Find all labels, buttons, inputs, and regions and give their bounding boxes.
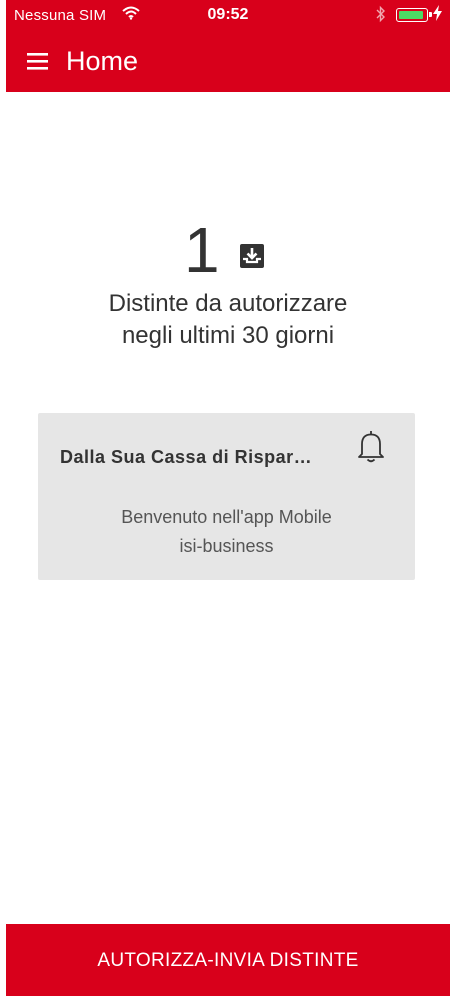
battery-icon (396, 8, 432, 22)
pending-label-line2: negli ultimi 30 giorni (121, 322, 335, 349)
top-bar: Nessuna SIM 09:52 Home (6, 0, 450, 92)
page-title: Home (66, 46, 139, 76)
inbox-download-icon (239, 243, 265, 269)
authorize-send-button[interactable]: AUTORIZZA-INVIA DISTINTE (6, 924, 450, 996)
bluetooth-icon (376, 5, 386, 27)
pending-count: 1 (184, 214, 220, 286)
notification-message: Benvenuto nell'app Mobile isi-business (38, 503, 415, 561)
app-frame: Nessuna SIM 09:52 Home 1 Distinte da aut… (6, 0, 450, 996)
pending-label-line1: Distinte da autorizzare (108, 290, 348, 317)
notification-message-line1: Benvenuto nell'app Mobile (121, 507, 332, 527)
notification-message-line2: isi-business (179, 536, 274, 556)
pending-label: Distinte da autorizzare negli ultimi 30 … (6, 288, 450, 352)
bell-icon[interactable] (352, 427, 390, 465)
charging-bolt-icon (433, 5, 442, 25)
status-bar: Nessuna SIM 09:52 (6, 0, 450, 32)
pending-summary[interactable]: 1 Distinte da autorizzare negli ultimi 3… (6, 215, 450, 352)
battery-level (398, 10, 423, 19)
notification-card[interactable]: Dalla Sua Cassa di Rispar… Benvenuto nel… (38, 413, 415, 580)
count-row: 1 (6, 215, 450, 285)
notification-title: Dalla Sua Cassa di Rispar… (60, 447, 313, 467)
nav-bar: Home (6, 36, 450, 88)
hamburger-menu-icon[interactable] (26, 51, 50, 71)
